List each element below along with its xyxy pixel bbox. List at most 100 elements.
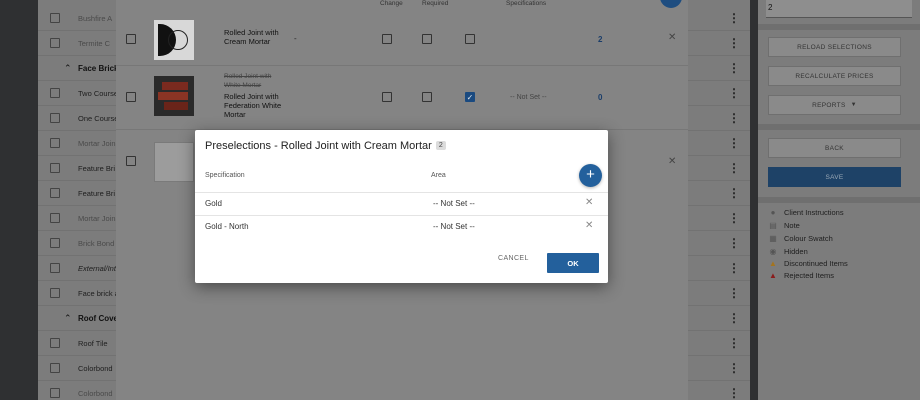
divider xyxy=(758,124,920,130)
row-label: Feature Bri xyxy=(78,163,116,173)
row-checkbox[interactable] xyxy=(50,13,60,23)
product-row[interactable]: Rolled Joint with White Mortar Rolled Jo… xyxy=(116,66,688,130)
more-vert-icon[interactable]: ⋮ xyxy=(728,137,740,149)
remove-icon[interactable]: ✕ xyxy=(668,156,676,167)
more-vert-icon[interactable]: ⋮ xyxy=(728,62,740,74)
row-label: Two Course xyxy=(78,88,119,98)
row-checkbox[interactable] xyxy=(50,38,60,48)
spec-checkbox-checked[interactable]: ✓ xyxy=(465,92,475,102)
col-specification: Specification xyxy=(205,172,245,179)
panel-header: Change Required Specifications xyxy=(116,0,688,14)
quantity-field[interactable]: 2 xyxy=(766,0,912,18)
ok-button[interactable]: OK xyxy=(547,253,599,273)
note-icon: ▤ xyxy=(769,221,777,230)
divider xyxy=(195,192,608,193)
more-vert-icon[interactable]: ⋮ xyxy=(728,37,740,49)
legend-colour-swatch: ▦ Colour Swatch xyxy=(769,234,833,243)
more-vert-icon[interactable]: ⋮ xyxy=(728,312,740,324)
reports-button[interactable]: REPORTS ▼ xyxy=(768,95,901,115)
row-label: Roof Cove xyxy=(78,313,118,323)
more-vert-icon[interactable]: ⋮ xyxy=(728,262,740,274)
spec-value: -- Not Set -- xyxy=(510,94,547,101)
row-label: Face brick a xyxy=(78,288,119,298)
area-cell[interactable]: -- Not Set -- xyxy=(433,222,475,231)
recalculate-prices-button[interactable]: RECALCULATE PRICES xyxy=(768,66,901,86)
col-specifications: Specifications xyxy=(506,0,547,7)
preselections-modal: Preselections - Rolled Joint with Cream … xyxy=(195,130,608,283)
caret-down-icon: ▼ xyxy=(850,102,857,108)
area-cell[interactable]: -- Not Set -- xyxy=(433,199,475,208)
more-vert-icon[interactable]: ⋮ xyxy=(728,162,740,174)
more-vert-icon[interactable]: ⋮ xyxy=(728,112,740,124)
save-button[interactable]: SAVE xyxy=(768,167,901,187)
more-vert-icon[interactable]: ⋮ xyxy=(728,87,740,99)
legend-discontinued: ▲ Discontinued Items xyxy=(769,259,848,268)
product-name: Rolled Joint with White Mortar Rolled Jo… xyxy=(224,73,282,119)
back-button[interactable]: BACK xyxy=(768,138,901,158)
row-checkbox[interactable] xyxy=(50,138,60,148)
more-vert-icon[interactable]: ⋮ xyxy=(728,387,740,399)
chevron-up-icon[interactable]: ⌃ xyxy=(64,63,72,74)
change-checkbox[interactable] xyxy=(382,92,392,102)
legend-hidden: ◉ Hidden xyxy=(769,247,808,256)
more-vert-icon[interactable]: ⋮ xyxy=(728,187,740,199)
row-label: Mortar Join xyxy=(78,138,116,148)
circle-icon: ● xyxy=(770,208,776,217)
row-checkbox[interactable] xyxy=(50,263,60,273)
more-vert-icon[interactable]: ⋮ xyxy=(728,12,740,24)
row-checkbox[interactable] xyxy=(50,213,60,223)
warning-red-icon: ▲ xyxy=(769,271,777,280)
col-area: Area xyxy=(431,172,446,179)
col-required: Required xyxy=(422,0,449,7)
row-checkbox[interactable] xyxy=(50,88,60,98)
row-label: Bushfire A xyxy=(78,13,113,23)
swatch-icon: ▦ xyxy=(769,234,777,243)
preselection-count-link[interactable]: 0 xyxy=(598,93,602,102)
row-checkbox[interactable] xyxy=(50,163,60,173)
cancel-button[interactable]: CANCEL xyxy=(498,255,529,262)
row-checkbox[interactable] xyxy=(50,113,60,123)
spec-cell: Gold - North xyxy=(205,222,249,231)
divider xyxy=(758,197,920,203)
row-label: Face Brick xyxy=(78,63,119,73)
more-vert-icon[interactable]: ⋮ xyxy=(728,362,740,374)
row-checkbox[interactable] xyxy=(126,92,136,102)
modal-title: Preselections - Rolled Joint with Cream … xyxy=(205,140,446,152)
divider xyxy=(758,24,920,30)
remove-icon[interactable]: ✕ xyxy=(585,220,593,231)
legend-rejected: ▲ Rejected Items xyxy=(769,271,835,280)
legend-note: ▤ Note xyxy=(769,221,800,230)
spec-checkbox[interactable] xyxy=(465,34,475,44)
more-vert-icon[interactable]: ⋮ xyxy=(728,337,740,349)
required-checkbox[interactable] xyxy=(422,92,432,102)
product-row[interactable]: Rolled Joint with Cream Mortar - 2 ✕ xyxy=(116,14,688,66)
row-checkbox[interactable] xyxy=(50,238,60,248)
row-checkbox[interactable] xyxy=(50,388,60,398)
row-label: Colorbond xyxy=(78,363,113,373)
remove-icon[interactable]: ✕ xyxy=(668,32,676,43)
change-checkbox[interactable] xyxy=(382,34,392,44)
right-sidebar: 2 RELOAD SELECTIONS RECALCULATE PRICES R… xyxy=(758,0,920,400)
legend-client-instructions: ● Client Instructions xyxy=(768,208,844,217)
required-checkbox[interactable] xyxy=(422,34,432,44)
reload-selections-button[interactable]: RELOAD SELECTIONS xyxy=(768,37,901,57)
row-checkbox[interactable] xyxy=(50,188,60,198)
row-checkbox[interactable] xyxy=(50,363,60,373)
row-checkbox[interactable] xyxy=(126,34,136,44)
row-label: Colorbond xyxy=(78,388,113,398)
more-vert-icon[interactable]: ⋮ xyxy=(728,237,740,249)
preselection-count-link[interactable]: 2 xyxy=(598,35,602,44)
more-vert-icon[interactable]: ⋮ xyxy=(728,212,740,224)
row-label: Brick Bond xyxy=(78,238,115,248)
row-checkbox[interactable] xyxy=(50,288,60,298)
reports-label: REPORTS xyxy=(812,101,846,109)
document-thumbnail-icon xyxy=(154,142,194,182)
chevron-up-icon[interactable]: ⌃ xyxy=(64,313,72,324)
remove-icon[interactable]: ✕ xyxy=(585,197,593,208)
row-checkbox[interactable] xyxy=(50,338,60,348)
col-change: Change xyxy=(380,0,403,7)
row-label: Feature Bri xyxy=(78,188,116,198)
add-preselection-button[interactable]: + xyxy=(579,164,602,187)
more-vert-icon[interactable]: ⋮ xyxy=(728,287,740,299)
row-checkbox[interactable] xyxy=(126,156,136,166)
